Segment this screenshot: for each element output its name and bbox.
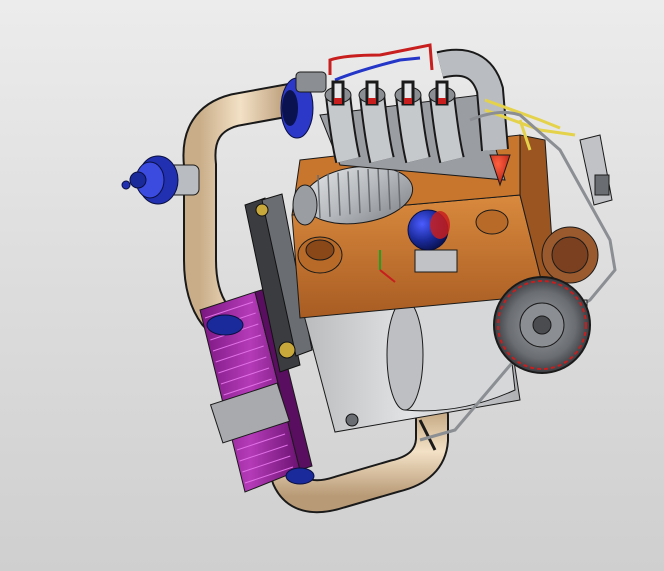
throttle-body [280,71,327,139]
flywheel [493,276,591,374]
injector-clip [404,98,412,104]
injector-clip [334,98,342,104]
cad-viewport[interactable] [0,0,664,571]
injector-clip [368,98,376,104]
injector-clip [438,98,446,104]
intake-manifold [319,48,509,181]
engine-model[interactable] [0,0,664,571]
